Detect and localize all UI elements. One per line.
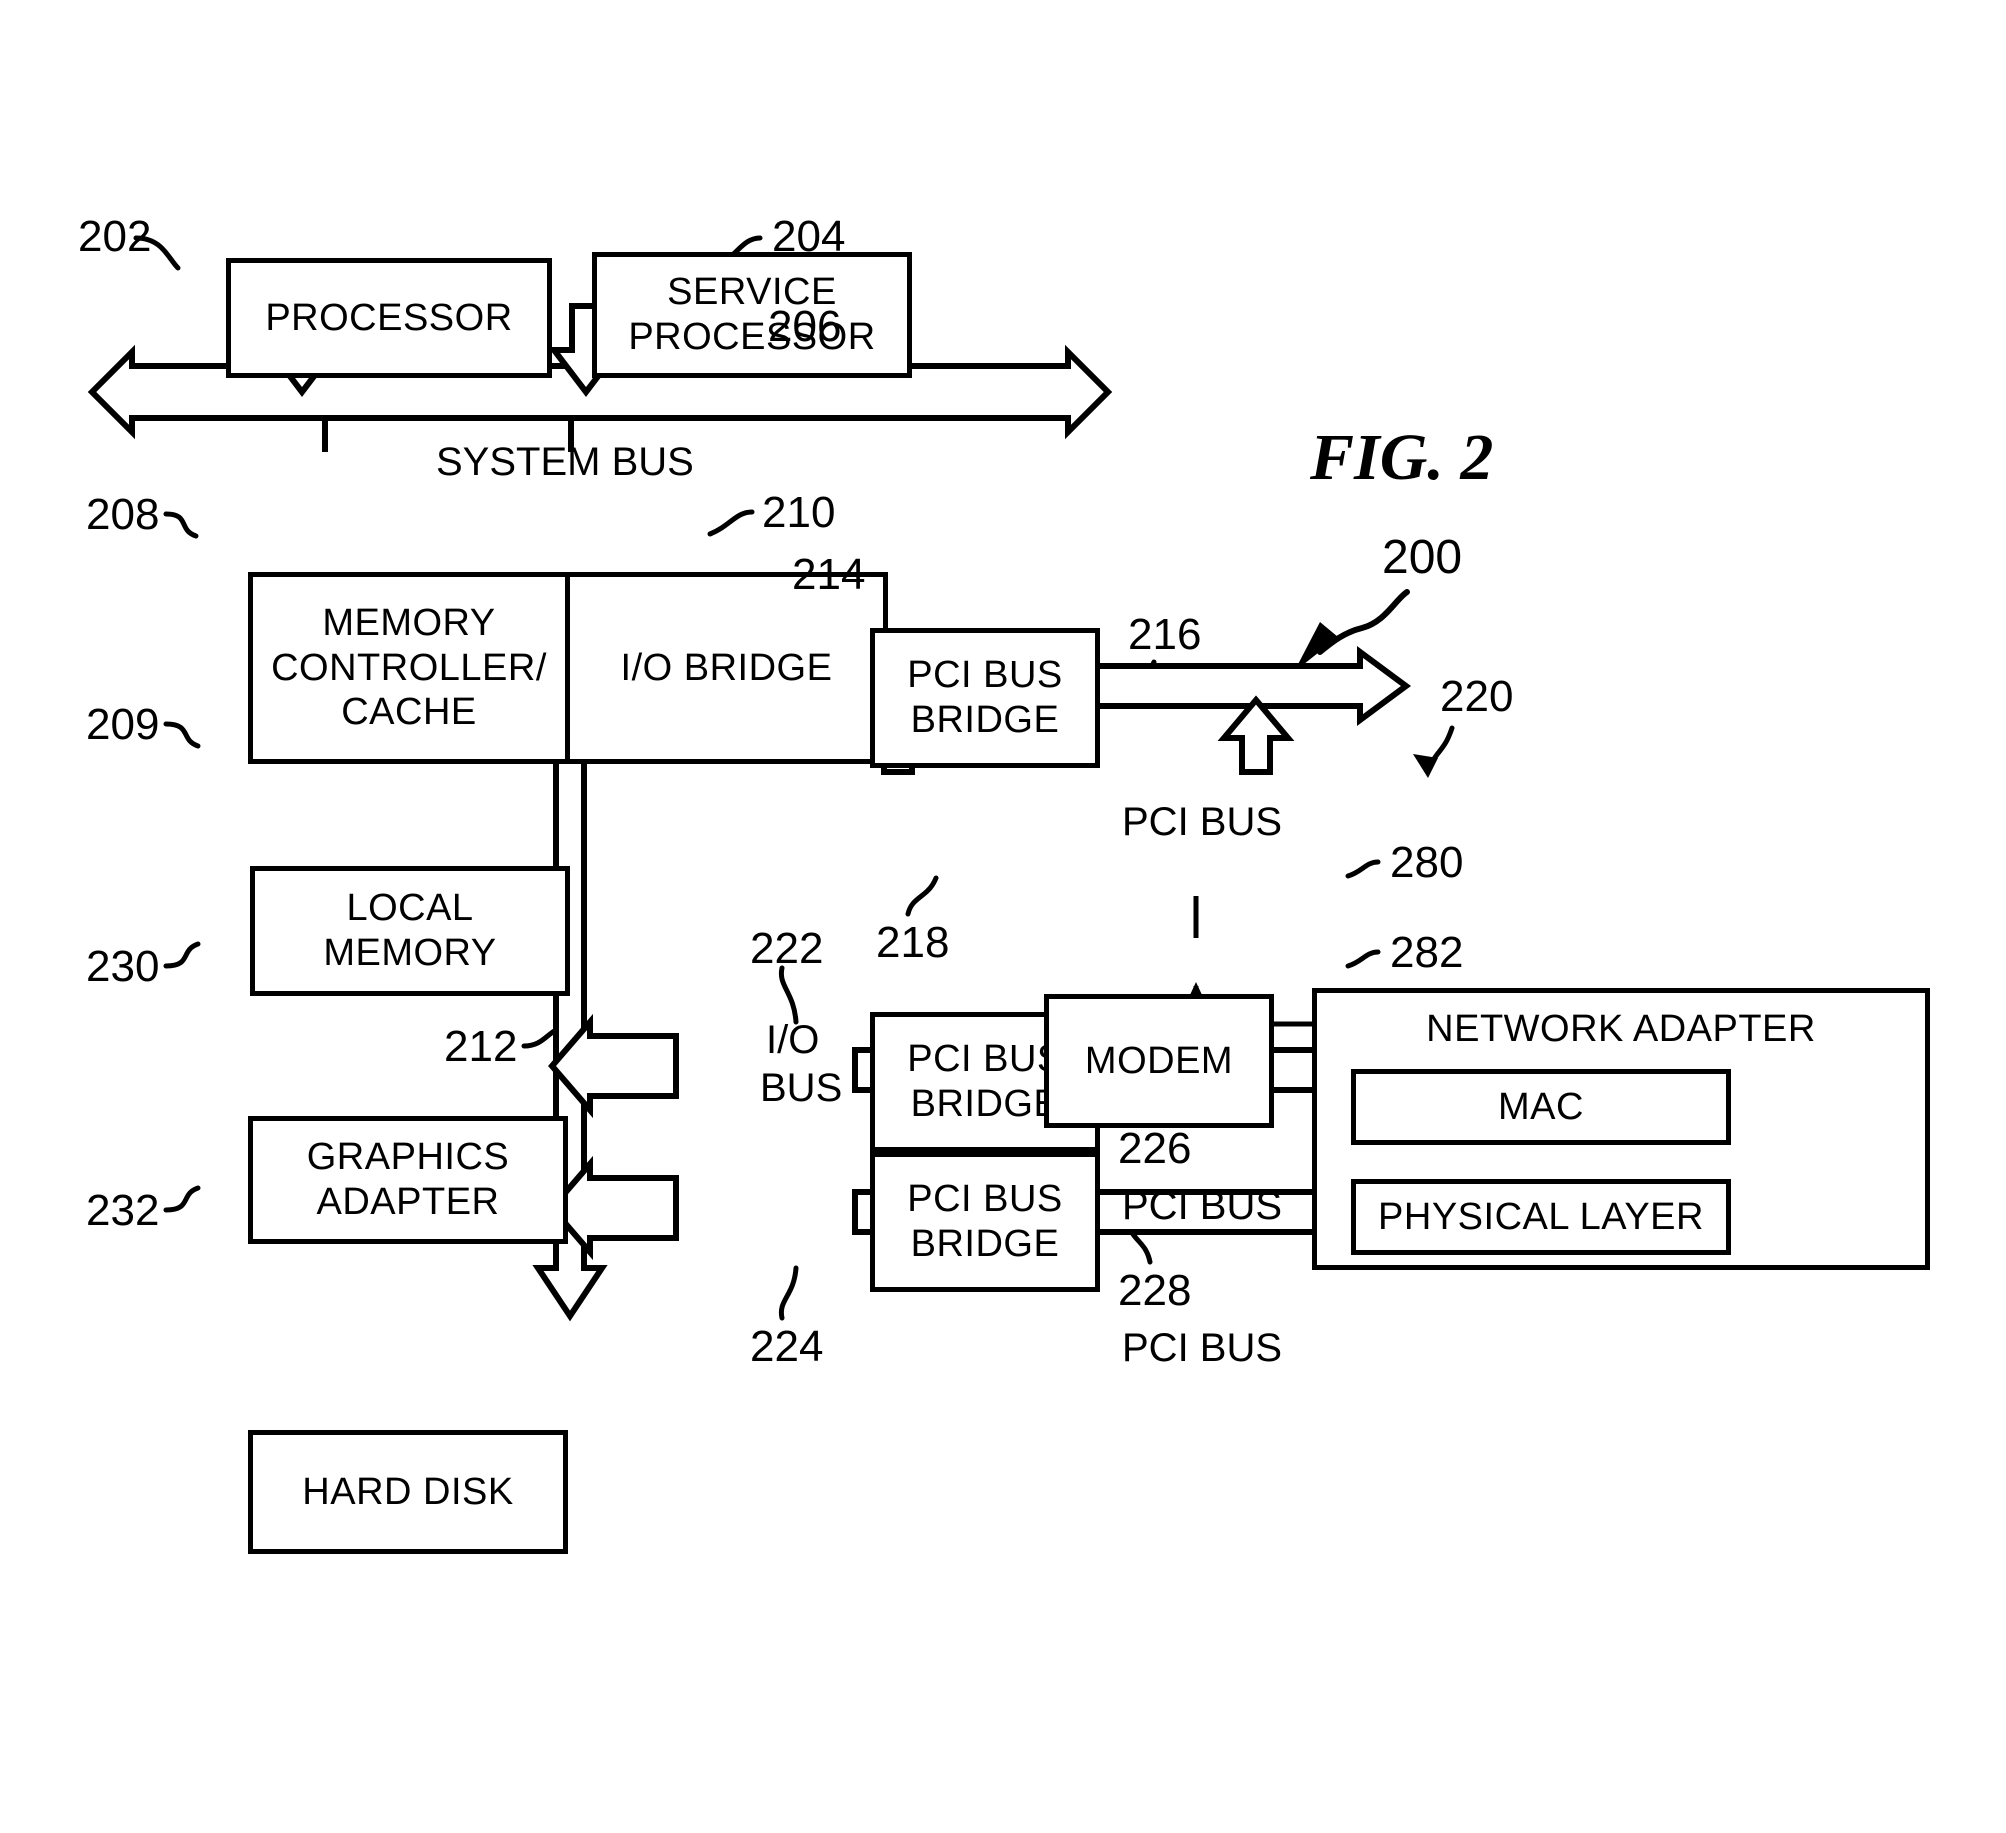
pci-bus-228-label: PCI BUS (1122, 1326, 1283, 1370)
system-ref-200-curve (1317, 589, 1410, 655)
ref-216: 216 (1128, 610, 1202, 659)
pci-bus-226-label: PCI BUS (1122, 1184, 1283, 1228)
ref-210: 210 (762, 488, 836, 537)
ref-206: 206 (768, 302, 842, 351)
network-adapter-to-pcibus-arrow (1217, 695, 1295, 775)
ref-282: 282 (1390, 928, 1464, 977)
physical-layer-label: PHYSICAL LAYER (1378, 1195, 1704, 1238)
leader-218 (905, 875, 939, 917)
io-bridge-block[interactable]: I/O BRIDGE (570, 577, 883, 759)
hard-disk-block[interactable]: HARD DISK (248, 1430, 568, 1554)
ref-204: 204 (772, 212, 846, 261)
modem-label: MODEM (1084, 1039, 1234, 1082)
hard-disk-label: HARD DISK (302, 1470, 514, 1513)
pci-bus-bridge-224-label-line2: BRIDGE (910, 1223, 1060, 1265)
leader-230 (163, 941, 201, 969)
ref-232: 232 (86, 1186, 160, 1235)
figure-title: FIG. 2 (1310, 421, 1494, 494)
network-adapter-block[interactable]: NETWORK ADAPTER MAC PHYSICAL LAYER (1312, 988, 1930, 1270)
processor-block[interactable]: PROCESSOR (226, 258, 552, 378)
pci-bus-bridge-224-label-line1: PCI BUS (907, 1178, 1063, 1221)
ref-209: 209 (86, 700, 160, 749)
ref-228: 228 (1118, 1266, 1192, 1315)
memory-controller-io-bridge-group: MEMORY CONTROLLER/ CACHE I/O BRIDGE (248, 572, 888, 764)
memory-controller-block[interactable]: MEMORY CONTROLLER/ CACHE (253, 577, 565, 759)
local-memory-label-line2: MEMORY (323, 932, 497, 974)
ref-222: 222 (750, 924, 824, 973)
leader-209 (163, 721, 201, 749)
network-adapter-title: NETWORK ADAPTER (1426, 1008, 1816, 1050)
graphics-adapter-label-line2: ADAPTER (316, 1181, 500, 1223)
modem-block[interactable]: MODEM (1044, 994, 1274, 1128)
leader-282 (1345, 949, 1381, 969)
leader-224 (778, 1265, 799, 1321)
processor-label: PROCESSOR (265, 296, 513, 339)
ref-208: 208 (86, 490, 160, 539)
ref-218: 218 (876, 918, 950, 967)
ref-214: 214 (792, 550, 866, 599)
io-bridge-label: I/O BRIDGE (620, 646, 833, 689)
leader-280 (1345, 859, 1381, 879)
leader-222 (778, 965, 799, 1025)
pci-bus-216-label: PCI BUS (1122, 800, 1283, 844)
mac-block[interactable]: MAC (1351, 1069, 1731, 1145)
service-processor-block[interactable]: SERVICE PROCESSOR (592, 252, 912, 378)
leader-210 (707, 509, 755, 537)
ref-230: 230 (86, 942, 160, 991)
memory-controller-label-line3: CACHE (341, 691, 477, 734)
pci-bus-bridge-222-label-line1: PCI BUS (907, 1038, 1063, 1081)
graphics-adapter-label-line1: GRAPHICS (306, 1136, 510, 1179)
mac-label: MAC (1498, 1085, 1584, 1128)
ref-224: 224 (750, 1322, 824, 1371)
ref-202: 202 (78, 212, 152, 261)
leader-220-arrowhead (1413, 754, 1438, 778)
ref-212: 212 (444, 1022, 518, 1071)
pci-bus-bridge-214-label-line2: BRIDGE (910, 699, 1060, 741)
ref-280: 280 (1390, 838, 1464, 887)
io-bus-label-line1: I/O (766, 1018, 820, 1062)
local-memory-block[interactable]: LOCAL MEMORY (250, 866, 570, 996)
io-bus-label-line2: BUS (760, 1066, 843, 1110)
leader-232 (163, 1185, 201, 1213)
graphics-adapter-block[interactable]: GRAPHICS ADAPTER (248, 1116, 568, 1244)
pci-bus-bridge-224-block[interactable]: PCI BUS BRIDGE (870, 1152, 1100, 1292)
ref-220: 220 (1440, 672, 1514, 721)
pci-bus-bridge-214-label-line1: PCI BUS (907, 654, 1063, 697)
patent-figure-canvas: PROCESSOR SERVICE PROCESSOR MEMORY CONTR… (0, 0, 2006, 1833)
local-memory-label-line1: LOCAL (346, 887, 474, 930)
ref-226: 226 (1118, 1124, 1192, 1173)
leader-208 (163, 511, 199, 539)
system-ref-200: 200 (1382, 531, 1463, 584)
pci-bus-bridge-222-label-line2: BRIDGE (910, 1083, 1060, 1125)
pci-bus-bridge-214-block[interactable]: PCI BUS BRIDGE (870, 628, 1100, 768)
system-bus-label: SYSTEM BUS (436, 440, 694, 484)
physical-layer-block[interactable]: PHYSICAL LAYER (1351, 1179, 1731, 1255)
memory-controller-label-line1: MEMORY (322, 601, 496, 644)
memory-controller-label-line2: CONTROLLER/ (271, 646, 547, 689)
